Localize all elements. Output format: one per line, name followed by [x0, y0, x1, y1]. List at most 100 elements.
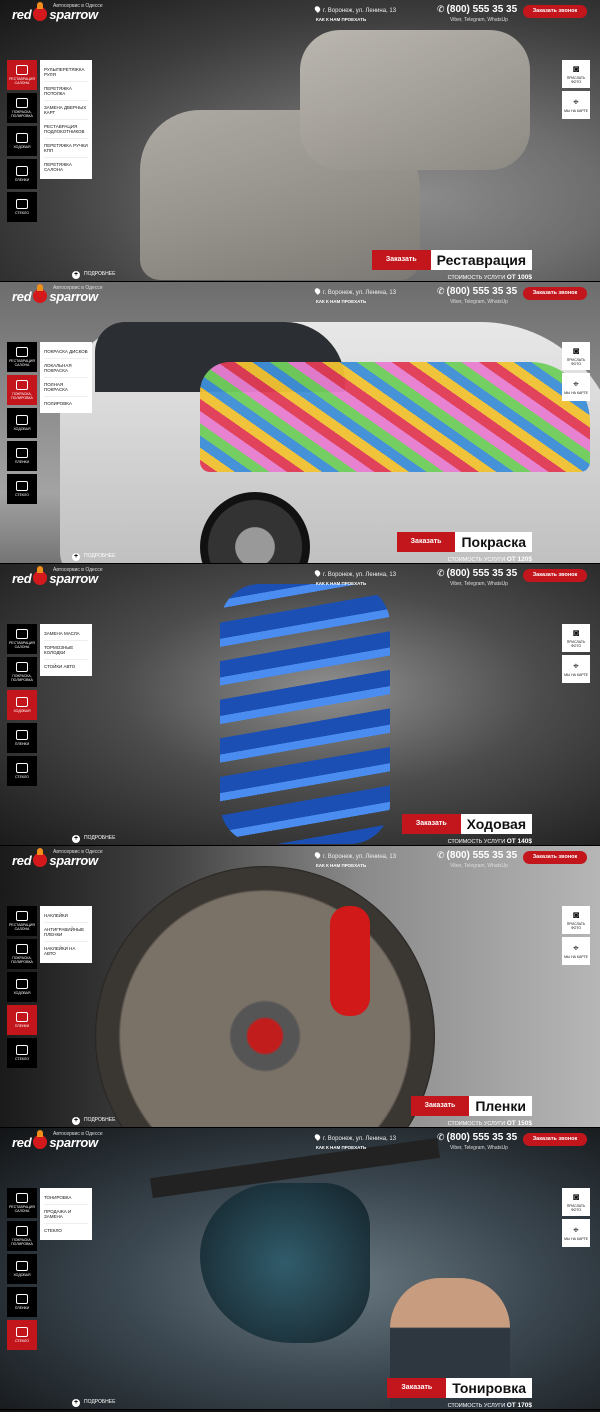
- category-item[interactable]: Пленки: [7, 441, 37, 471]
- category-item[interactable]: Ходовая: [7, 1254, 37, 1284]
- more-link[interactable]: + Подробнее: [72, 1117, 115, 1125]
- tool-button[interactable]: ◙ Прислать фото: [562, 342, 590, 370]
- category-item[interactable]: Стекло: [7, 1320, 37, 1350]
- submenu-item[interactable]: Полная покраска: [44, 378, 88, 397]
- request-call-button[interactable]: Заказать звонок: [523, 1133, 587, 1146]
- more-link[interactable]: + Подробнее: [72, 835, 115, 843]
- tool-button[interactable]: ◙ Прислать фото: [562, 60, 590, 88]
- category-item[interactable]: Пленки: [7, 159, 37, 189]
- tool-button[interactable]: ⌖ Мы на карте: [562, 1219, 590, 1247]
- submenu-item[interactable]: Рулыперетяжка руля: [44, 63, 88, 82]
- header: red sparrow Автосервис в Одессе г. Вороне…: [0, 1128, 600, 1152]
- category-item[interactable]: Ходовая: [7, 126, 37, 156]
- category-item[interactable]: Реставрация салона: [7, 624, 37, 654]
- category-item[interactable]: Стекло: [7, 756, 37, 786]
- category-item[interactable]: Покраска, полировка: [7, 93, 37, 123]
- submenu-item[interactable]: Покраска дисков: [44, 345, 88, 359]
- tool-label: Прислать фото: [566, 921, 586, 930]
- category-item[interactable]: Реставрация салона: [7, 342, 37, 372]
- category-label: Пленки: [14, 178, 30, 182]
- submenu-item[interactable]: Реставрация подлокотников: [44, 120, 88, 139]
- more-link[interactable]: + Подробнее: [72, 271, 115, 279]
- submenu-item[interactable]: Перетяжка салона: [44, 158, 88, 176]
- logo[interactable]: red sparrow: [12, 1130, 98, 1150]
- directions-link[interactable]: Как к нам проехать: [316, 17, 366, 22]
- request-call-button[interactable]: Заказать звонок: [523, 851, 587, 864]
- order-button[interactable]: Заказать: [410, 1096, 470, 1116]
- logo[interactable]: red sparrow: [12, 2, 98, 22]
- submenu-item[interactable]: Стойки авто: [44, 660, 88, 673]
- phone-number[interactable]: ✆ (800) 555 35 35: [437, 286, 517, 297]
- directions-link[interactable]: Как к нам проехать: [316, 581, 366, 586]
- submenu-item[interactable]: Замена масла: [44, 627, 88, 641]
- directions-link[interactable]: Как к нам проехать: [316, 863, 366, 868]
- submenu-item[interactable]: Тормозные колодки: [44, 641, 88, 660]
- phone-number[interactable]: ✆ (800) 555 35 35: [437, 1132, 517, 1143]
- request-call-button[interactable]: Заказать звонок: [523, 287, 587, 300]
- category-label: Покраска, полировка: [11, 392, 33, 400]
- category-item[interactable]: Стекло: [7, 192, 37, 222]
- category-label: Стекло: [15, 211, 29, 215]
- category-item[interactable]: Реставрация салона: [7, 60, 37, 90]
- phone-number[interactable]: ✆ (800) 555 35 35: [437, 4, 517, 15]
- order-button[interactable]: Заказать: [401, 814, 461, 834]
- logo[interactable]: red sparrow: [12, 566, 98, 586]
- side-tools: ◙ Прислать фото ⌖ Мы на карте: [562, 342, 590, 404]
- submenu-item[interactable]: Стекло: [44, 1224, 88, 1237]
- messengers: Viber, Telegram, WhatsUp: [450, 581, 508, 587]
- submenu-item[interactable]: Тонировка: [44, 1191, 88, 1205]
- phone-number[interactable]: ✆ (800) 555 35 35: [437, 850, 517, 861]
- tool-button[interactable]: ◙ Прислать фото: [562, 624, 590, 652]
- tool-button[interactable]: ⌖ Мы на карте: [562, 655, 590, 683]
- logo[interactable]: red sparrow: [12, 284, 98, 304]
- tool-button[interactable]: ◙ Прислать фото: [562, 1188, 590, 1216]
- photo-detail: [200, 1183, 370, 1343]
- header: red sparrow Автосервис в Одессе г. Вороне…: [0, 0, 600, 24]
- category-item[interactable]: Ходовая: [7, 690, 37, 720]
- submenu-item[interactable]: Полировка: [44, 397, 88, 410]
- directions-link[interactable]: Как к нам проехать: [316, 1145, 366, 1150]
- more-link[interactable]: + Подробнее: [72, 1399, 115, 1407]
- category-label: Ходовая: [13, 427, 31, 431]
- tool-button[interactable]: ⌖ Мы на карте: [562, 91, 590, 119]
- tool-button[interactable]: ◙ Прислать фото: [562, 906, 590, 934]
- submenu-item[interactable]: Антигравийные пленки: [44, 923, 88, 942]
- order-button[interactable]: Заказать: [371, 250, 431, 270]
- more-link[interactable]: + Подробнее: [72, 553, 115, 561]
- submenu-item[interactable]: Наклейки: [44, 909, 88, 923]
- category-item[interactable]: Покраска, полировка: [7, 1221, 37, 1251]
- phone-number[interactable]: ✆ (800) 555 35 35: [437, 568, 517, 579]
- category-item[interactable]: Пленки: [7, 1287, 37, 1317]
- order-button[interactable]: Заказать: [396, 532, 456, 552]
- windshield-icon: [16, 763, 28, 773]
- category-item[interactable]: Стекло: [7, 1038, 37, 1068]
- submenu-item[interactable]: Замена дверных карт: [44, 101, 88, 120]
- tool-label: Прислать фото: [566, 357, 586, 366]
- category-item[interactable]: Покраска, полировка: [7, 939, 37, 969]
- request-call-button[interactable]: Заказать звонок: [523, 569, 587, 582]
- category-item[interactable]: Реставрация салона: [7, 1188, 37, 1218]
- category-item[interactable]: Стекло: [7, 474, 37, 504]
- logo[interactable]: red sparrow: [12, 848, 98, 868]
- request-call-button[interactable]: Заказать звонок: [523, 5, 587, 18]
- category-item[interactable]: Покраска, полировка: [7, 375, 37, 405]
- submenu-item[interactable]: Перетяжка ручки КПП: [44, 139, 88, 158]
- submenu-item[interactable]: Продажа и замена: [44, 1205, 88, 1224]
- order-button[interactable]: Заказать: [387, 1378, 447, 1398]
- submenu-item[interactable]: Наклейки на авто: [44, 942, 88, 960]
- category-item[interactable]: Пленки: [7, 723, 37, 753]
- category-item[interactable]: Пленки: [7, 1005, 37, 1035]
- submenu-item[interactable]: Локальная покраска: [44, 359, 88, 378]
- tool-label: Прислать фото: [566, 1203, 586, 1212]
- directions-link[interactable]: Как к нам проехать: [316, 299, 366, 304]
- tool-button[interactable]: ⌖ Мы на карте: [562, 937, 590, 965]
- category-item[interactable]: Реставрация салона: [7, 906, 37, 936]
- tool-label: Мы на карте: [564, 1236, 588, 1241]
- seat-icon: [16, 347, 28, 357]
- submenu-item[interactable]: Перетяжка потолка: [44, 82, 88, 101]
- category-item[interactable]: Покраска, полировка: [7, 657, 37, 687]
- category-item[interactable]: Ходовая: [7, 972, 37, 1002]
- category-label: Реставрация салона: [9, 77, 35, 85]
- tool-button[interactable]: ⌖ Мы на карте: [562, 373, 590, 401]
- category-item[interactable]: Ходовая: [7, 408, 37, 438]
